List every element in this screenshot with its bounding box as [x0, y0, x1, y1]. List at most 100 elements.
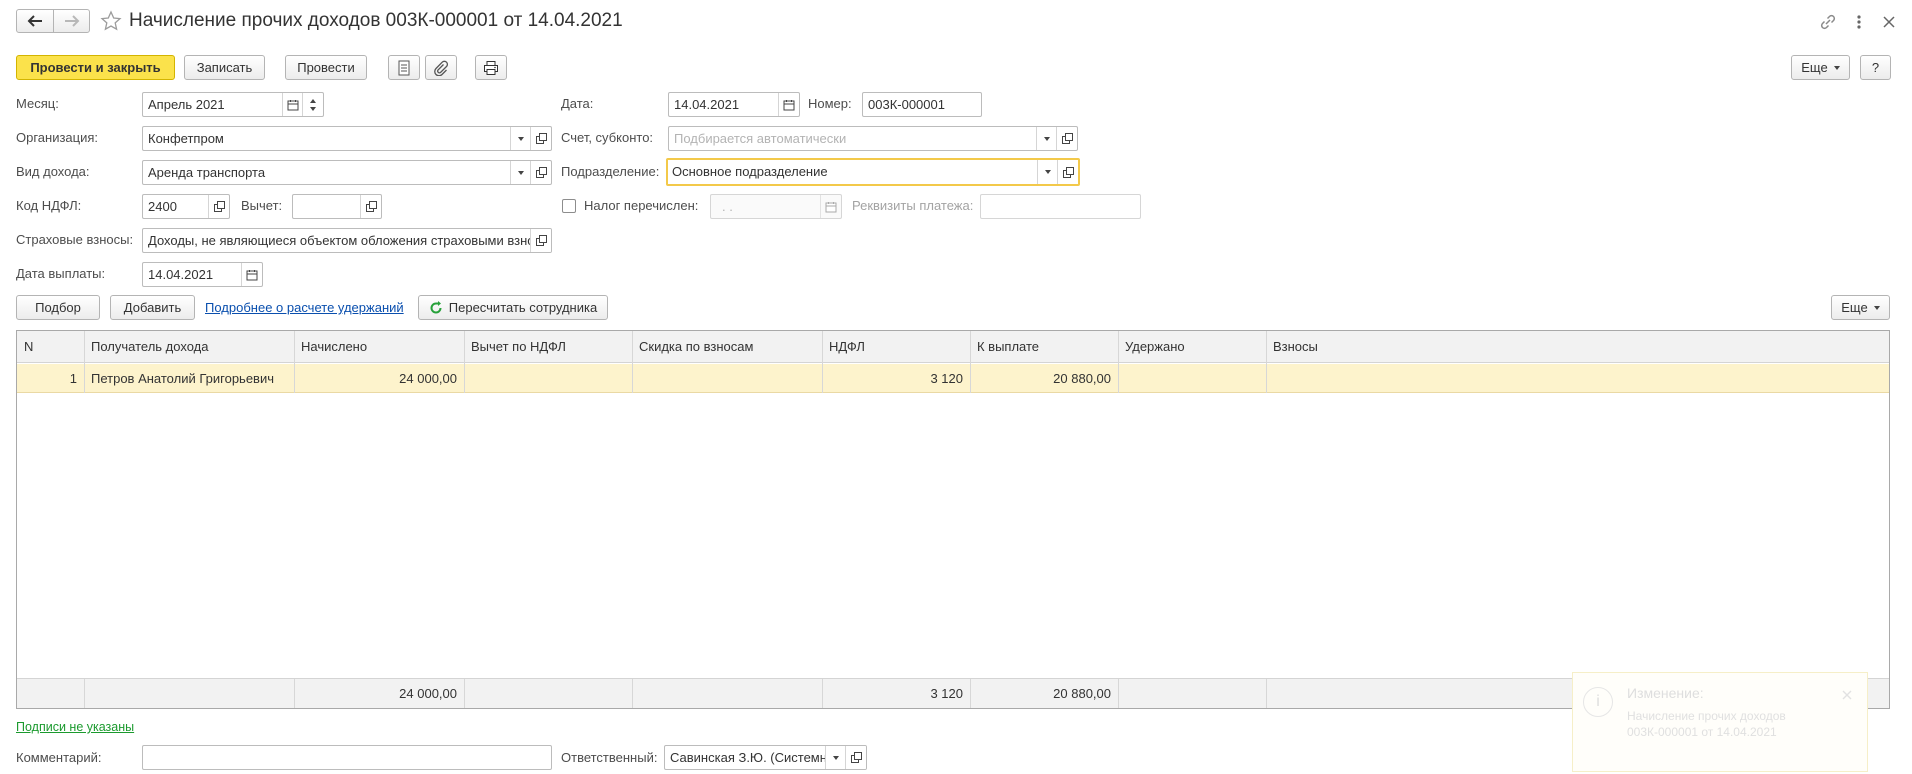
- notification-close-icon[interactable]: [1841, 689, 1853, 701]
- link-icon[interactable]: [1818, 12, 1838, 32]
- add-button[interactable]: Добавить: [110, 295, 195, 320]
- department-label: Подразделение:: [561, 164, 660, 179]
- table-row[interactable]: 1 Петров Анатолий Григорьевич 24 000,00 …: [17, 364, 1889, 393]
- month-value: Апрель 2021: [148, 97, 225, 112]
- income-type-field[interactable]: Аренда транспорта: [142, 160, 552, 185]
- close-icon[interactable]: [1879, 12, 1899, 32]
- header-ndfl-deduction[interactable]: Вычет по НДФЛ: [464, 331, 632, 362]
- report-button[interactable]: [388, 55, 420, 80]
- responsible-field[interactable]: Савинская З.Ю. (Системный администратор): [664, 745, 867, 770]
- comment-field[interactable]: [142, 745, 552, 770]
- insurance-field[interactable]: Доходы, не являющиеся объектом обложения…: [142, 228, 552, 253]
- pay-date-calendar-button[interactable]: [241, 263, 262, 286]
- deduction-field[interactable]: [292, 194, 382, 219]
- department-open-button[interactable]: [1057, 160, 1078, 184]
- account-open-button[interactable]: [1056, 127, 1077, 150]
- recalculate-employee-button[interactable]: Пересчитать сотрудника: [418, 295, 608, 320]
- chevron-down-icon: [518, 170, 524, 175]
- date-field[interactable]: 14.04.2021: [668, 92, 800, 117]
- header-ndfl[interactable]: НДФЛ: [822, 331, 970, 362]
- calendar-icon: [246, 269, 258, 280]
- organization-value: Конфетпром: [148, 131, 224, 146]
- income-type-value: Аренда транспорта: [148, 165, 266, 180]
- number-field[interactable]: 003К-000001: [862, 92, 982, 117]
- pay-date-label: Дата выплаты:: [16, 266, 106, 281]
- open-window-icon: [1061, 133, 1073, 144]
- payment-details-label: Реквизиты платежа:: [852, 198, 974, 213]
- withholding-details-link[interactable]: Подробнее о расчете удержаний: [205, 300, 404, 315]
- organization-open-button[interactable]: [530, 127, 551, 150]
- header-contribution-discount[interactable]: Скидка по взносам: [632, 331, 822, 362]
- cell-n: 1: [69, 370, 77, 386]
- more-vertical-icon[interactable]: [1852, 12, 1866, 32]
- responsible-dropdown-button[interactable]: [825, 746, 846, 769]
- header-recipient[interactable]: Получатель дохода: [84, 331, 294, 362]
- document-report-icon: [398, 60, 410, 75]
- month-spinner[interactable]: [302, 93, 323, 116]
- pick-button[interactable]: Подбор: [16, 295, 100, 320]
- comment-label: Комментарий:: [16, 750, 102, 765]
- total-recipient: [84, 679, 294, 708]
- open-window-icon: [850, 752, 862, 763]
- table-header: N Получатель дохода Начислено Вычет по Н…: [17, 331, 1889, 363]
- cell-contributions: [1266, 364, 1566, 392]
- calendar-icon: [825, 201, 837, 212]
- header-to-pay[interactable]: К выплате: [970, 331, 1118, 362]
- insurance-open-button[interactable]: [530, 229, 551, 252]
- ndfl-code-open-button[interactable]: [208, 195, 229, 218]
- favorite-star-icon[interactable]: [100, 10, 122, 32]
- forward-button[interactable]: [53, 9, 90, 33]
- cell-recipient: Петров Анатолий Григорьевич: [91, 370, 275, 386]
- arrow-left-icon: [27, 15, 42, 27]
- account-field[interactable]: Подбирается автоматически: [668, 126, 1078, 151]
- organization-field[interactable]: Конфетпром: [142, 126, 552, 151]
- header-n[interactable]: N: [17, 331, 84, 362]
- total-withheld: [1118, 679, 1266, 708]
- month-calendar-button[interactable]: [282, 93, 303, 116]
- tax-transferred-calendar-button[interactable]: [820, 195, 841, 218]
- department-field[interactable]: Основное подразделение: [666, 158, 1080, 186]
- spin-up-icon: [310, 98, 316, 103]
- help-button[interactable]: ?: [1860, 55, 1891, 80]
- month-field[interactable]: Апрель 2021: [142, 92, 324, 117]
- printer-icon: [484, 60, 498, 75]
- payment-details-field[interactable]: [980, 194, 1141, 219]
- department-value: Основное подразделение: [672, 164, 828, 179]
- table-more-button[interactable]: Еще: [1831, 295, 1890, 320]
- chevron-down-icon: [1044, 136, 1050, 141]
- attach-button[interactable]: [425, 55, 457, 80]
- cell-accrued: 24 000,00: [399, 370, 457, 386]
- pay-date-field[interactable]: 14.04.2021: [142, 262, 263, 287]
- post-and-close-button[interactable]: Провести и закрыть: [16, 55, 175, 80]
- total-contributions: [1266, 679, 1566, 708]
- header-withheld[interactable]: Удержано: [1118, 331, 1266, 362]
- header-contributions[interactable]: Взносы: [1266, 331, 1566, 362]
- organization-label: Организация:: [16, 130, 99, 145]
- deduction-open-button[interactable]: [360, 195, 381, 218]
- organization-dropdown-button[interactable]: [510, 127, 531, 150]
- responsible-open-button[interactable]: [845, 746, 866, 769]
- print-button[interactable]: [475, 55, 507, 80]
- account-label: Счет, субконто:: [561, 130, 654, 145]
- account-dropdown-button[interactable]: [1036, 127, 1057, 150]
- notification-text-line2: 003К-000001 от 14.04.2021: [1627, 725, 1777, 739]
- income-type-open-button[interactable]: [530, 161, 551, 184]
- income-type-dropdown-button[interactable]: [510, 161, 531, 184]
- tax-transferred-checkbox[interactable]: [562, 199, 576, 213]
- back-button[interactable]: [16, 9, 54, 33]
- department-dropdown-button[interactable]: [1037, 160, 1058, 184]
- tax-transferred-date-field[interactable]: . .: [710, 194, 842, 219]
- cell-to-pay: 20 880,00: [1053, 370, 1111, 386]
- save-button[interactable]: Записать: [184, 55, 265, 80]
- date-calendar-button[interactable]: [778, 93, 799, 116]
- ndfl-code-field[interactable]: 2400: [142, 194, 230, 219]
- change-notification[interactable]: i Изменение: Начисление прочих доходов 0…: [1572, 672, 1868, 772]
- header-accrued[interactable]: Начислено: [294, 331, 464, 362]
- chevron-down-icon: [1873, 305, 1880, 310]
- more-button[interactable]: Еще: [1791, 55, 1850, 80]
- open-window-icon: [213, 201, 225, 212]
- signatures-link[interactable]: Подписи не указаны: [16, 720, 134, 734]
- post-button[interactable]: Провести: [285, 55, 367, 80]
- income-table: N Получатель дохода Начислено Вычет по Н…: [16, 330, 1890, 709]
- open-window-icon: [1062, 166, 1074, 178]
